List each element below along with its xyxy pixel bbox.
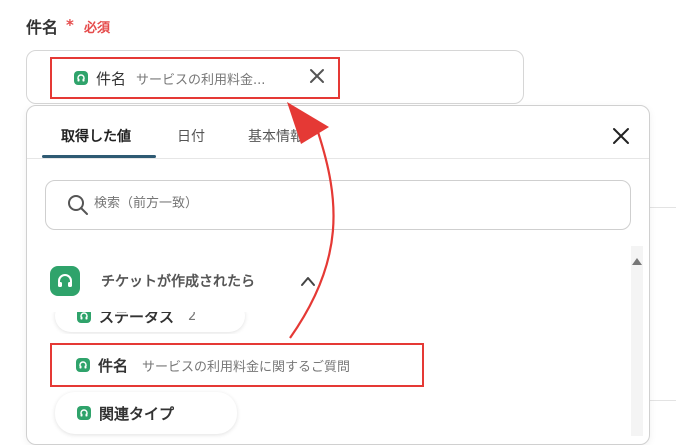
tabs-divider [27,158,649,159]
list-item-title: 関連タイプ [99,404,175,423]
required-badge: 必須 [84,21,111,36]
list-item-status[interactable]: ステータス 2 [40,312,300,334]
chip-value: サービスの利用料金... [136,72,266,88]
headset-icon [76,358,90,372]
tab-retrieved-values[interactable]: 取得した値 [61,126,131,146]
headset-icon [50,266,80,296]
headset-icon [74,71,88,85]
background-divider [650,400,676,401]
tab-date[interactable]: 日付 [177,126,205,146]
list-item-title: 件名 [98,356,129,375]
search-icon [68,195,88,215]
list-item-value: 2 [188,312,197,324]
group-header-label[interactable]: チケットが作成されたら [101,271,255,291]
search-input[interactable] [94,196,394,211]
subject-chip[interactable]: 件名 サービスの利用料金... [50,57,340,99]
list-item-value: サービスの利用料金に関するご質問 [142,359,351,375]
close-icon[interactable] [611,126,631,146]
scroll-up-icon[interactable] [630,256,644,266]
scrollbar-track[interactable] [631,246,643,436]
close-icon[interactable] [308,67,326,85]
background-divider [650,207,676,208]
tab-basic-info[interactable]: 基本情報 [248,126,304,146]
headset-icon [77,312,91,323]
list-item-related-type[interactable]: 関連タイプ [55,392,237,434]
field-label: 件名 [26,18,59,37]
list-item-subject[interactable]: 件名 サービスの利用料金に関するご質問 [50,343,424,387]
chip-title: 件名 [96,69,127,88]
chevron-up-icon[interactable] [300,275,316,287]
list-item-title: ステータス [99,312,175,326]
required-star: * [66,16,74,34]
headset-icon [77,406,91,420]
